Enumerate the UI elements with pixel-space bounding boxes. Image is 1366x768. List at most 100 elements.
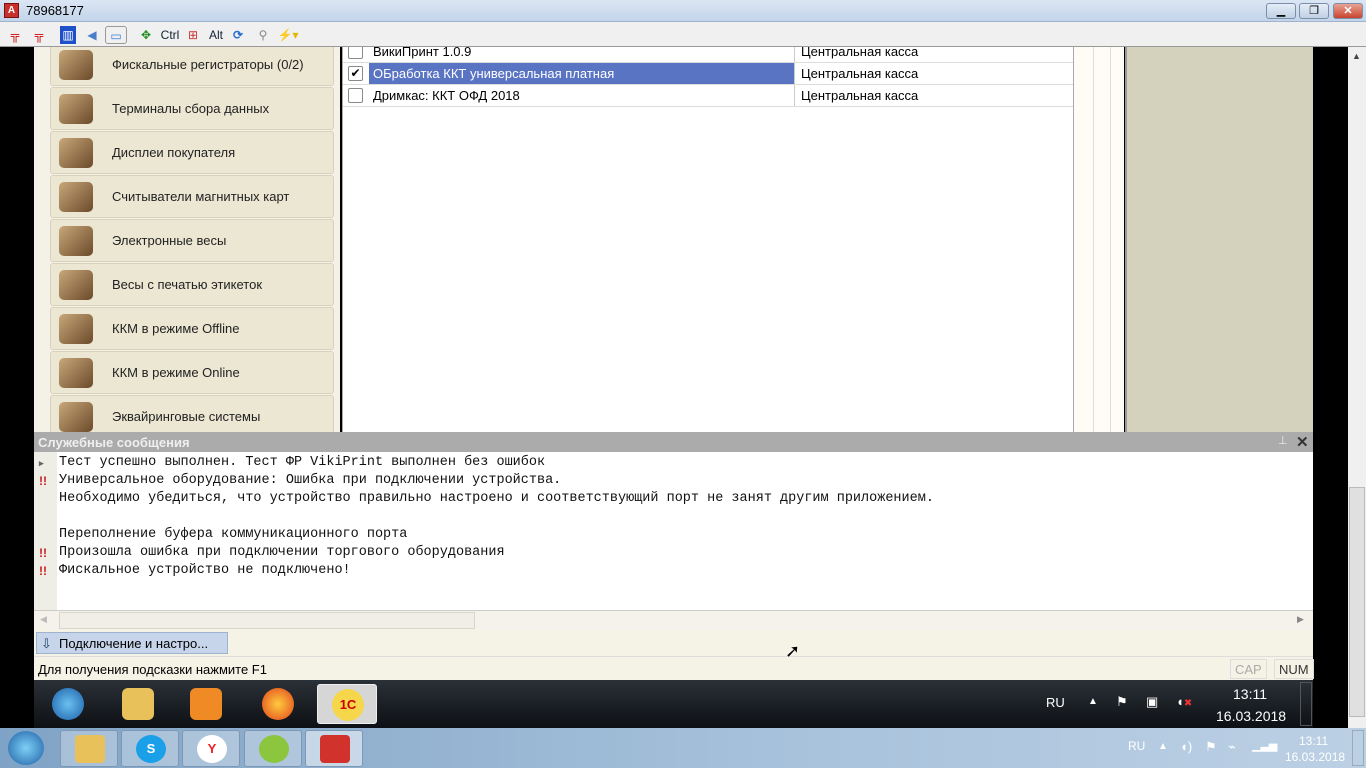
device-type-item[interactable]: Считыватели магнитных карт: [50, 175, 334, 218]
remote-clock-time[interactable]: 13:11: [1233, 686, 1267, 702]
device-type-item[interactable]: Дисплеи покупателя: [50, 131, 334, 174]
scrollbar-thumb[interactable]: [1349, 487, 1365, 717]
explorer-icon: [122, 688, 154, 720]
device-type-label: Весы с печатью этикеток: [112, 277, 263, 292]
caps-indicator: CAP: [1230, 659, 1267, 679]
lightning-icon[interactable]: ⚡▾: [276, 26, 300, 44]
ctrl-button[interactable]: Ctrl: [160, 26, 180, 44]
pin-icon[interactable]: ⊥: [1278, 434, 1288, 447]
fullscreen-icon[interactable]: ✥: [137, 26, 155, 44]
scrollbar-thumb[interactable]: [59, 612, 475, 629]
device-type-item[interactable]: Электронные весы: [50, 219, 334, 262]
taskbar-firefox[interactable]: [248, 684, 308, 724]
device-type-list: Фискальные регистраторы (0/2) Терминалы с…: [34, 47, 340, 432]
plug-icon[interactable]: ⚲: [255, 26, 271, 44]
local-taskbar: S Y RU ▲ ◖) ⚑ ⌁ ▁▃▅ 13:11 16.03.2018: [0, 728, 1366, 768]
grid-extra-columns: [1074, 47, 1124, 432]
firefox-icon: [262, 688, 294, 720]
message-line: Произошла ошибка при подключении торгово…: [59, 545, 505, 560]
minimize-button[interactable]: ▁: [1266, 3, 1296, 19]
kkm-offline-icon: [59, 314, 93, 344]
device-type-item[interactable]: ККМ в режиме Online: [50, 351, 334, 394]
power-icon[interactable]: ⌁: [1228, 739, 1236, 755]
explorer-icon: [75, 735, 105, 763]
network-icon[interactable]: ▣: [1146, 694, 1158, 710]
tray-expand-icon[interactable]: ▲: [1088, 696, 1098, 707]
tab-connection-settings[interactable]: ⇩ Подключение и настро...: [36, 632, 228, 654]
volume-muted-icon[interactable]: ◖✖: [1176, 694, 1192, 709]
device-location-cell: Центральная касса: [801, 88, 919, 103]
remote-taskbar: 1С RU ▲ ⚑ ▣ ◖✖ 13:11 16.03.2018: [34, 680, 1313, 728]
restore-button[interactable]: ❐: [1299, 3, 1329, 19]
volume-icon[interactable]: ◖): [1180, 739, 1192, 754]
taskbar-anydesk[interactable]: [305, 730, 363, 767]
device-type-item[interactable]: Весы с печатью этикеток: [50, 263, 334, 306]
taskbar-media-player[interactable]: [176, 684, 236, 724]
table-row[interactable]: ВикиПринт 1.0.9 Центральная касса: [343, 47, 1073, 63]
card-reader-icon: [59, 182, 93, 212]
action-center-flag-icon[interactable]: ⚑: [1116, 694, 1128, 710]
taskbar-android[interactable]: [244, 730, 302, 767]
taskbar-yandex[interactable]: Y: [182, 730, 240, 767]
signal-icon[interactable]: ▁▃▅: [1252, 739, 1277, 752]
device-type-label: Фискальные регистраторы (0/2): [112, 57, 304, 72]
device-type-item[interactable]: Терминалы сбора данных: [50, 87, 334, 130]
display-icon[interactable]: ▭: [105, 26, 127, 44]
row-checkbox[interactable]: ✔: [348, 66, 363, 81]
device-type-item[interactable]: ККМ в режиме Offline: [50, 307, 334, 350]
num-indicator: NUM: [1274, 659, 1314, 679]
table-row[interactable]: Дримкас: ККТ ОФД 2018 Центральная касса: [343, 85, 1073, 107]
sound-icon[interactable]: ◀: [83, 26, 101, 44]
message-line: Фискальное устройство не подключено!: [59, 563, 351, 578]
ctrl-alt-del-2-icon[interactable]: ╦: [30, 26, 48, 44]
ctrl-alt-del-icon[interactable]: ╦: [6, 26, 24, 44]
remote-clock-date[interactable]: 16.03.2018: [1216, 708, 1286, 724]
android-icon: [259, 735, 289, 763]
table-row[interactable]: ✔ ОБработка ККТ универсальная платная Цент…: [343, 63, 1073, 85]
data-terminal-icon: [59, 94, 93, 124]
close-button[interactable]: ✕: [1333, 3, 1363, 19]
taskbar-skype[interactable]: S: [121, 730, 179, 767]
action-center-flag-icon[interactable]: ⚑: [1205, 739, 1217, 755]
remote-language[interactable]: RU: [1046, 695, 1065, 710]
media-player-icon: [190, 688, 222, 720]
device-type-label: Электронные весы: [112, 233, 227, 248]
start-icon[interactable]: [8, 731, 44, 765]
device-type-label: ККМ в режиме Offline: [112, 321, 240, 336]
device-name-cell: Дримкас: ККТ ОФД 2018: [369, 85, 795, 106]
device-type-item[interactable]: Эквайринговые системы: [50, 395, 334, 432]
device-location-cell: Центральная касса: [801, 47, 919, 59]
mouse-cursor-icon: ➚: [785, 641, 801, 661]
taskbar-1c[interactable]: 1С: [317, 684, 377, 724]
message-line: Переполнение буфера коммуникационного по…: [59, 527, 408, 542]
row-checkbox[interactable]: [348, 88, 363, 103]
device-name-cell: ВикиПринт 1.0.9: [369, 47, 795, 62]
customer-display-icon: [59, 138, 93, 168]
taskbar-explorer[interactable]: [108, 684, 168, 724]
show-desktop-button[interactable]: [1352, 730, 1364, 766]
messages-horizontal-scrollbar[interactable]: ◀ ▶: [34, 610, 1313, 630]
refresh-icon[interactable]: ⟳: [230, 26, 246, 44]
windows-key-icon[interactable]: ⊞: [184, 26, 202, 44]
kkm-online-icon: [59, 358, 93, 388]
alt-button[interactable]: Alt: [207, 26, 225, 44]
row-checkbox[interactable]: [348, 47, 363, 59]
show-desktop-button[interactable]: [1300, 682, 1312, 726]
local-clock-time[interactable]: 13:11: [1299, 734, 1328, 748]
device-type-item[interactable]: Фискальные регистраторы (0/2): [50, 47, 334, 86]
close-panel-icon[interactable]: ✕: [1296, 433, 1309, 451]
tab-label: Подключение и настро...: [59, 636, 209, 651]
device-type-label: ККМ в режиме Online: [112, 365, 240, 380]
window-title: 78968177: [26, 3, 84, 18]
split-icon[interactable]: ▥: [60, 26, 76, 44]
skype-icon: S: [136, 735, 166, 763]
fiscal-registrar-icon: [59, 50, 93, 80]
remote-vertical-scrollbar[interactable]: ▲: [1348, 47, 1366, 728]
device-type-label: Терминалы сбора данных: [112, 101, 270, 116]
tray-expand-icon[interactable]: ▲: [1158, 741, 1168, 752]
local-language[interactable]: RU: [1128, 739, 1145, 753]
local-clock-date[interactable]: 16.03.2018: [1285, 750, 1345, 764]
start-button[interactable]: [38, 684, 98, 724]
taskbar-explorer[interactable]: [60, 730, 118, 767]
error-icon: !!: [39, 564, 47, 578]
